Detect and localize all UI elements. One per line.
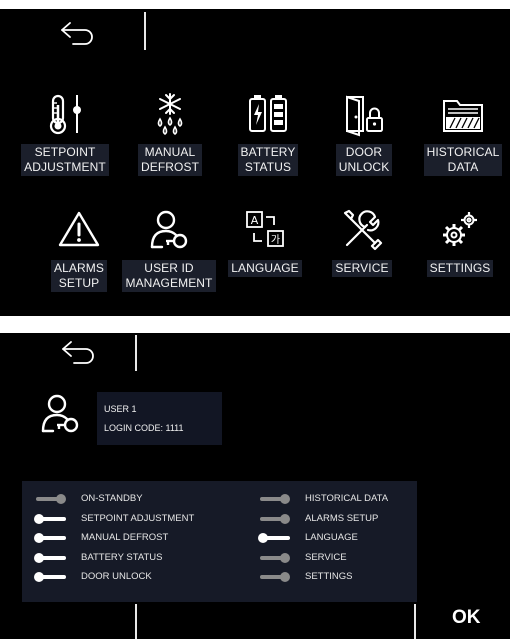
toggle-off-icon[interactable] <box>258 552 292 563</box>
permission-row: ON-STANDBY <box>34 490 214 508</box>
svg-text:가: 가 <box>271 234 280 246</box>
tile-label: ALARMS SETUP <box>51 260 107 292</box>
user-key-icon <box>150 210 188 249</box>
title-divider <box>135 335 137 371</box>
permission-label: SETPOINT ADJUSTMENT <box>81 512 195 524</box>
toggle-off-icon[interactable] <box>34 494 68 504</box>
permission-row: SETPOINT ADJUSTMENT <box>34 510 214 528</box>
permission-label: HISTORICAL DATA <box>305 493 389 504</box>
toggle-off-icon[interactable] <box>258 572 292 582</box>
folder-icon <box>443 100 483 132</box>
permission-row: DOOR UNLOCK <box>34 568 214 586</box>
permissions-panel: ON-STANDBY SETPOINT ADJUSTMENT MANUAL DEFR… <box>22 481 417 602</box>
user-management-screen: USER 1 LOGIN CODE: 1111 ON-STANDBY SETPOI… <box>0 333 510 639</box>
footer-divider-right <box>414 604 416 639</box>
permission-row: SETTINGS <box>258 568 438 586</box>
svg-text:A: A <box>251 214 259 227</box>
snowflake-defrost-icon <box>157 93 183 135</box>
permission-label: BATTERY STATUS <box>81 551 163 563</box>
tile-label: BATTERY STATUS <box>237 144 299 176</box>
permission-label: SETTINGS <box>305 571 353 582</box>
permission-label: ALARMS SETUP <box>305 512 379 524</box>
tile-label: DOOR UNLOCK <box>335 144 393 176</box>
permission-row: LANGUAGE <box>258 529 438 547</box>
tile-label: SETPOINT ADJUSTMENT <box>21 144 109 176</box>
tile-label: MANUAL DEFROST <box>137 144 203 176</box>
tools-icon <box>343 209 383 251</box>
permission-label: MANUAL DEFROST <box>81 532 169 543</box>
user-name: USER 1 <box>104 404 137 414</box>
tile-manual-defrost[interactable]: MANUAL DEFROST <box>120 91 220 176</box>
toggle-off-icon[interactable] <box>258 513 292 524</box>
battery-icon <box>249 95 287 132</box>
footer-divider-left <box>135 604 137 639</box>
gears-icon <box>443 212 477 246</box>
permission-row: HISTORICAL DATA <box>258 490 438 508</box>
tile-service[interactable]: SERVICE <box>312 207 412 277</box>
tile-label: LANGUAGE <box>228 260 302 277</box>
user-key-icon <box>41 394 79 433</box>
tile-door-unlock[interactable]: DOOR UNLOCK <box>314 91 414 176</box>
permission-label: SERVICE <box>305 551 347 563</box>
menu-screen: SETPOINT ADJUSTMENT MANUAL DEFROST BATTE… <box>0 9 510 316</box>
toggle-on-icon[interactable] <box>34 572 68 582</box>
toggle-on-icon[interactable] <box>34 533 68 543</box>
ok-button[interactable]: OK <box>452 607 481 629</box>
permission-row: SERVICE <box>258 549 438 567</box>
back-arrow-icon[interactable] <box>59 18 99 46</box>
permission-row: ALARMS SETUP <box>258 510 438 528</box>
thermometer-icon <box>49 94 81 135</box>
tile-label: SERVICE <box>332 260 392 277</box>
toggle-on-icon[interactable] <box>34 552 68 563</box>
permission-row: BATTERY STATUS <box>34 549 214 567</box>
tile-label: SETTINGS <box>426 260 494 277</box>
toggle-on-icon[interactable] <box>34 513 68 524</box>
title-divider <box>144 12 146 50</box>
tile-label: HISTORICAL DATA <box>423 144 503 176</box>
back-arrow-icon[interactable] <box>60 337 100 365</box>
login-code: LOGIN CODE: 1111 <box>104 423 184 433</box>
permission-row: MANUAL DEFROST <box>34 529 214 547</box>
warning-icon <box>58 211 100 247</box>
tile-alarms-setup[interactable]: ALARMS SETUP <box>29 207 129 292</box>
permission-label: ON-STANDBY <box>81 493 143 504</box>
tile-historical-data[interactable]: HISTORICAL DATA <box>413 91 510 176</box>
toggle-on-icon[interactable] <box>258 533 292 543</box>
tile-language[interactable]: A 가 LANGUAGE <box>215 207 315 277</box>
toggle-off-icon[interactable] <box>258 494 292 504</box>
tile-settings[interactable]: SETTINGS <box>410 207 510 277</box>
door-unlock-icon <box>346 95 383 137</box>
permission-label: LANGUAGE <box>305 532 358 543</box>
tile-label: USER ID MANAGEMENT <box>122 260 216 292</box>
user-info-box: USER 1 LOGIN CODE: 1111 <box>97 392 222 445</box>
language-icon: A 가 <box>246 211 284 247</box>
tile-battery-status[interactable]: BATTERY STATUS <box>218 91 318 176</box>
permission-label: DOOR UNLOCK <box>81 571 152 582</box>
tile-user-id-management[interactable]: USER ID MANAGEMENT <box>119 207 219 292</box>
tile-setpoint-adjustment[interactable]: SETPOINT ADJUSTMENT <box>15 91 115 176</box>
